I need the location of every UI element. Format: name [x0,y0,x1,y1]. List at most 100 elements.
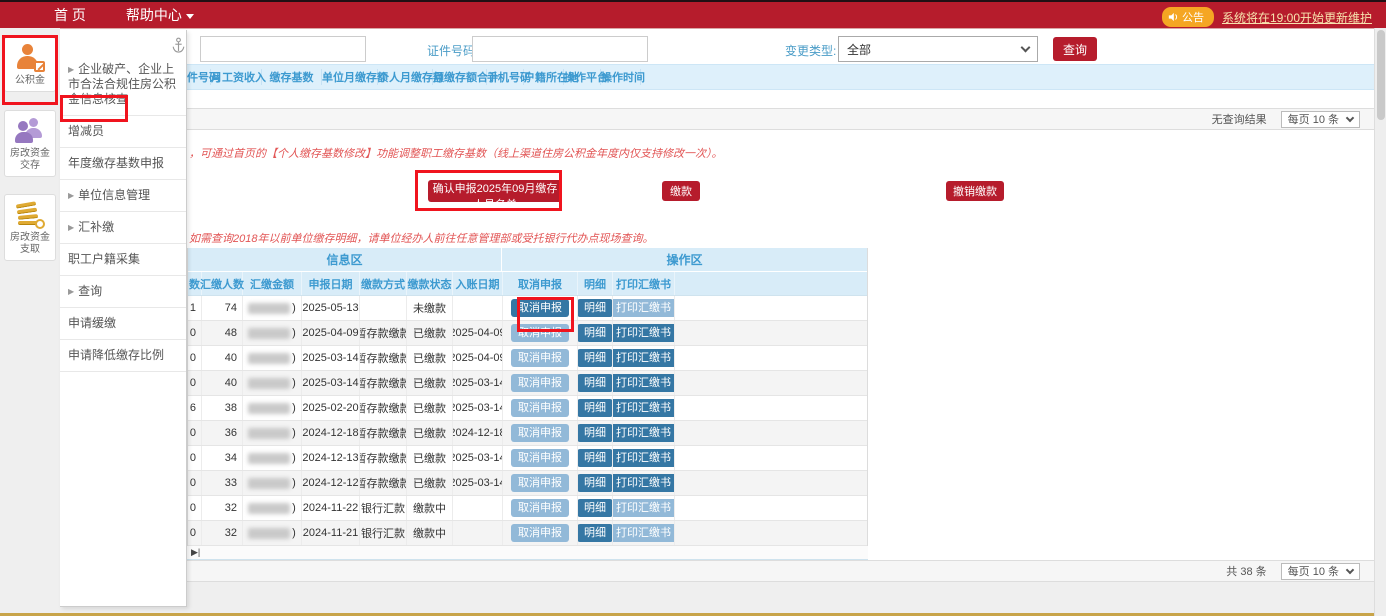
menu-item-6[interactable]: 职工户籍采集 [60,244,186,276]
cell-pay-method: 暂存款缴款 [360,371,407,395]
total-count-text: 共 38 条 [1226,563,1266,579]
cell-people: 33 [202,471,243,495]
cell-filler [675,421,869,445]
name-filter-input[interactable] [200,36,366,62]
sidebar-item-label: 房改资金支取 [6,232,54,256]
cell-report-date: 2024-12-12 [302,471,360,495]
cell-pay-status: 已缴款 [407,421,453,445]
change-type-select[interactable]: 全部 [838,36,1038,62]
print-remit-book-button: 打印汇缴书 [613,524,675,542]
cell-print: 打印汇缴书 [613,396,675,420]
app-window: 首 页 帮助中心 公告 系统将在19:00开始更新维护 公积金 [0,0,1386,616]
cell-amount-masked: ) [243,421,302,445]
cancel-declare-button: 取消申报 [511,349,569,367]
detail-button[interactable]: 明细 [578,374,613,392]
detail-button[interactable]: 明细 [578,424,613,442]
print-remit-book-button[interactable]: 打印汇缴书 [613,324,675,342]
cell-cancel: 取消申报 [503,446,578,470]
cell-report-date: 2025-05-13 [302,296,360,320]
remit-col-header: 汇缴金额 [243,272,302,295]
cell-detail: 明细 [578,496,613,520]
menu-item-3[interactable]: 年度缴存基数申报 [60,148,186,180]
cell-filler [675,321,869,345]
cell-count: 0 [188,321,202,345]
remit-col-header: 汇缴人数 [202,272,243,295]
cancel-declare-button: 取消申报 [511,399,569,417]
chevron-down-icon [1346,565,1354,573]
sidebar-item-fanggai-zhiqu[interactable]: 房改资金支取 [4,194,56,261]
chevron-right-icon: ▶ [68,287,74,296]
cell-detail: 明细 [578,321,613,345]
print-remit-book-button[interactable]: 打印汇缴书 [613,474,675,492]
detail-button[interactable]: 明细 [578,449,613,467]
vertical-scrollbar[interactable] [1374,28,1386,616]
detail-button[interactable]: 明细 [578,499,613,517]
detail-button[interactable]: 明细 [578,324,613,342]
cell-filler [675,346,869,370]
base-adjust-note: ，可通过首页的【个人缴存基数修改】功能调整职工缴存基数（线上渠道住房公积金年度内… [189,145,723,161]
nav-help-center[interactable]: 帮助中心 [126,5,194,25]
cell-filler [675,521,869,545]
redacted-amount [248,528,290,539]
cell-cancel: 取消申报 [503,396,578,420]
nav-home[interactable]: 首 页 [54,5,86,25]
announcement-link[interactable]: 系统将在19:00开始更新维护 [1222,9,1372,26]
menu-item-9[interactable]: 申请降低缴存比例 [60,340,186,372]
cell-count: 6 [188,396,202,420]
print-remit-book-button[interactable]: 打印汇缴书 [613,349,675,367]
sidebar-item-label: 房改资金交存 [6,148,54,172]
menu-item-8[interactable]: 申请缓缴 [60,308,186,340]
sidebar-item-fanggai-jiaocun[interactable]: 房改资金交存 [4,110,56,177]
detail-button[interactable]: 明细 [578,299,613,317]
detail-button[interactable]: 明细 [578,524,613,542]
cell-report-date: 2024-11-22 [302,496,360,520]
remit-table-row: 033)2024-12-12暂存款缴款已缴款2025-03-14取消申报明细打印… [188,471,867,496]
scroll-end-icon[interactable]: ▶| [191,547,200,558]
cell-amount-masked: ) [243,321,302,345]
redacted-amount [248,478,290,489]
group-header-info: 信息区 [188,248,502,271]
cell-report-date: 2025-04-09 [302,321,360,345]
cell-print: 打印汇缴书 [613,446,675,470]
cell-people: 48 [202,321,243,345]
cert-number-input[interactable] [472,36,648,62]
detail-button[interactable]: 明细 [578,474,613,492]
revoke-pay-button[interactable]: 撤销缴款 [946,181,1004,201]
scrollbar-thumb[interactable] [1377,30,1385,120]
pay-button[interactable]: 缴款 [662,181,700,201]
menu-item-label: 申请降低缴存比例 [68,348,164,362]
cell-pay-status: 已缴款 [407,371,453,395]
menu-item-label: 查询 [78,284,102,298]
cell-detail: 明细 [578,346,613,370]
cell-pay-method: 银行汇款 [360,496,407,520]
cell-people: 32 [202,521,243,545]
print-remit-book-button[interactable]: 打印汇缴书 [613,399,675,417]
redacted-amount [248,428,290,439]
cell-amount-masked: ) [243,496,302,520]
menu-item-5[interactable]: ▶汇补缴 [60,212,186,244]
print-remit-book-button[interactable]: 打印汇缴书 [613,424,675,442]
employee-table-header: 件号码月工资收入缴存基数单位月缴存额个人月缴存额月缴存额合计手机号码户籍所在地操… [187,64,1374,90]
print-remit-book-button[interactable]: 打印汇缴书 [613,374,675,392]
remit-table-row: 034)2024-12-13暂存款缴款已缴款2025-03-14取消申报明细打印… [188,446,867,471]
page-size-select-bottom[interactable]: 每页 10 条 [1281,563,1360,580]
bottom-band [0,582,1386,616]
menu-item-4[interactable]: ▶单位信息管理 [60,180,186,212]
menu-item-label: 增减员 [68,124,104,138]
cell-report-date: 2024-11-21 [302,521,360,545]
cell-count: 1 [188,296,202,320]
cell-amount-masked: ) [243,396,302,420]
cell-print: 打印汇缴书 [613,346,675,370]
group-header-ops: 操作区 [502,248,867,271]
cell-pay-method: 银行汇款 [360,521,407,545]
cell-cancel: 取消申报 [503,421,578,445]
page-size-select[interactable]: 每页 10 条 [1281,111,1360,128]
cell-print: 打印汇缴书 [613,321,675,345]
menu-item-7[interactable]: ▶ 查询 [60,276,186,308]
detail-button[interactable]: 明细 [578,399,613,417]
search-button[interactable]: 查询 [1053,37,1097,61]
print-remit-book-button[interactable]: 打印汇缴书 [613,449,675,467]
horizontal-scrollbar[interactable]: ▶| [187,546,868,560]
detail-button[interactable]: 明细 [578,349,613,367]
cell-pay-status: 已缴款 [407,321,453,345]
